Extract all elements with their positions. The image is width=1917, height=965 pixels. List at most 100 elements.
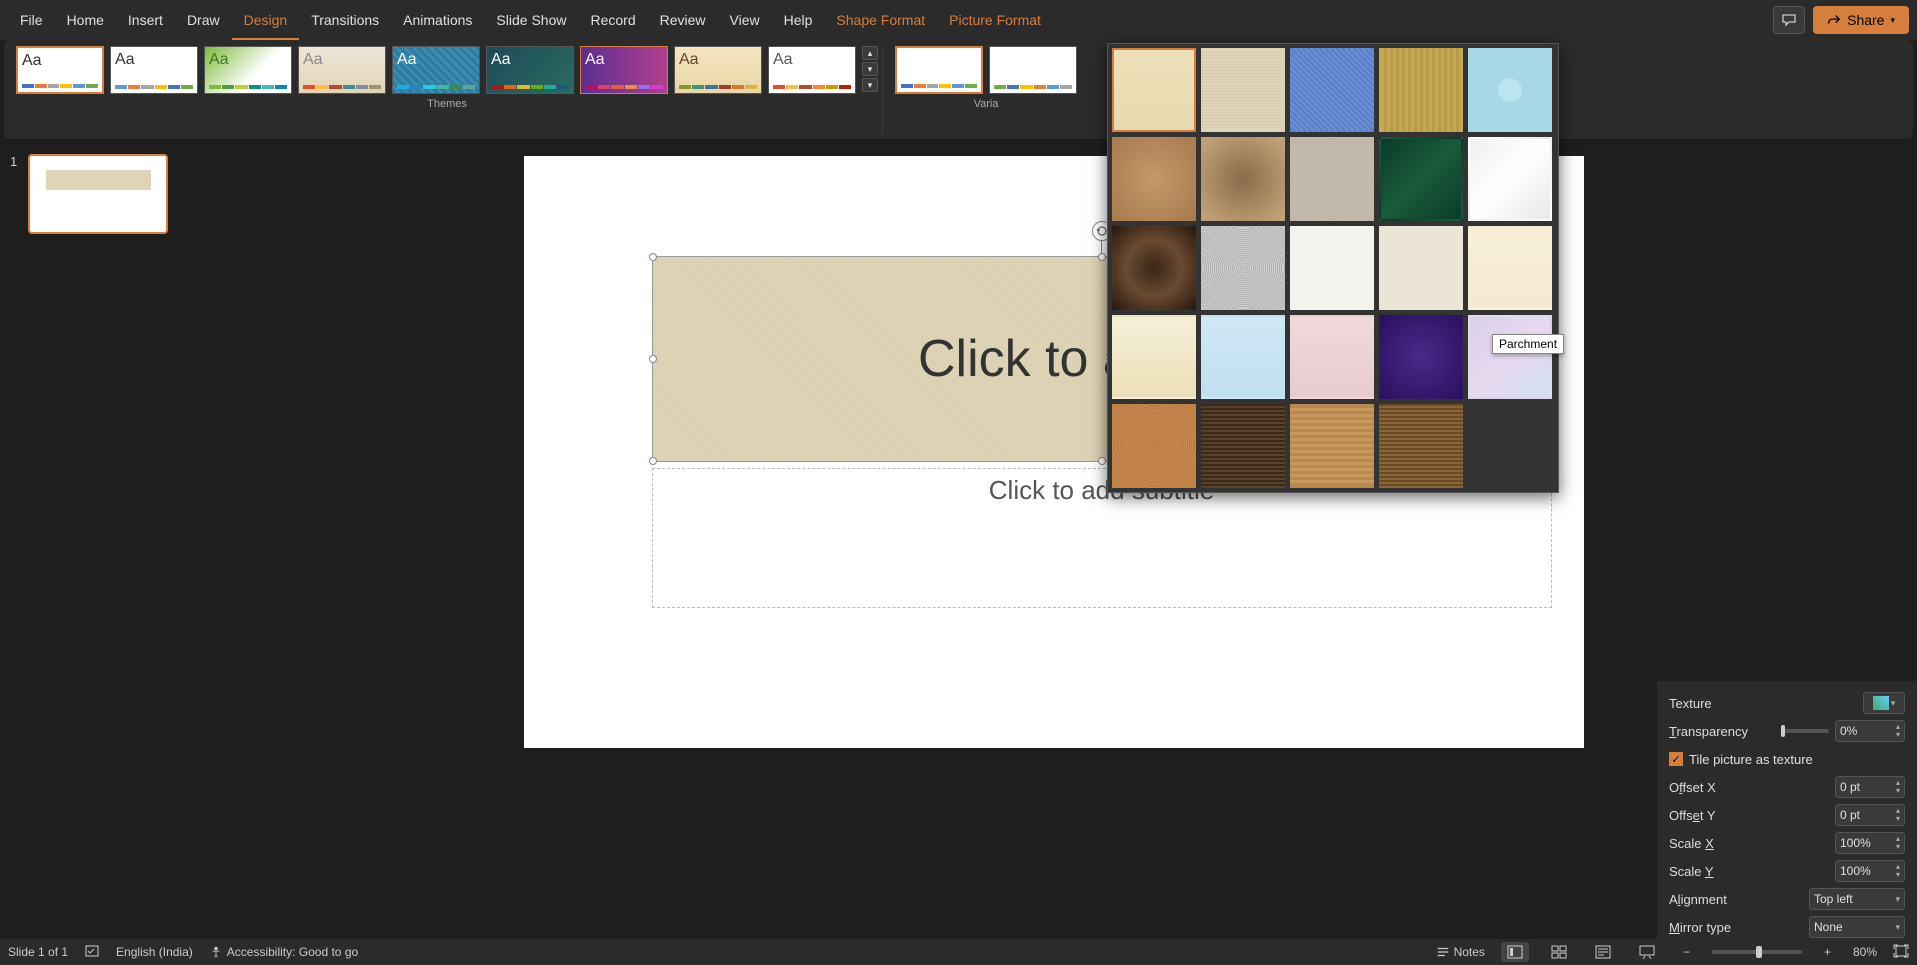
- tab-picture-format[interactable]: Picture Format: [937, 0, 1053, 40]
- slide-sorter-button[interactable]: [1545, 942, 1573, 962]
- texture-canvas[interactable]: [1201, 48, 1285, 132]
- tile-picture-checkbox[interactable]: ✓ Tile picture as texture: [1669, 745, 1905, 773]
- tab-draw[interactable]: Draw: [175, 0, 232, 40]
- tab-slide-show[interactable]: Slide Show: [484, 0, 578, 40]
- offset-x-label: Offset X: [1669, 780, 1716, 795]
- share-button[interactable]: Share ▾: [1813, 6, 1909, 34]
- scale-x-input[interactable]: 100%▴▾: [1835, 832, 1905, 854]
- zoom-slider[interactable]: [1712, 950, 1802, 954]
- texture-bluetissue[interactable]: [1201, 315, 1285, 399]
- transparency-slider[interactable]: [1781, 729, 1829, 733]
- themes-gallery[interactable]: AaAaAaAaAaAaAaAaAa ▴ ▾ ▾: [16, 46, 878, 94]
- zoom-out-button[interactable]: −: [1677, 945, 1696, 959]
- texture-granite[interactable]: [1201, 226, 1285, 310]
- theme-retro[interactable]: Aa: [768, 46, 856, 94]
- variant-0[interactable]: [895, 46, 983, 94]
- tab-animations[interactable]: Animations: [391, 0, 484, 40]
- variants-gallery[interactable]: [895, 46, 1077, 94]
- texture-waterdroplets[interactable]: [1468, 48, 1552, 132]
- notes-button[interactable]: Notes: [1436, 945, 1485, 959]
- chevron-down-icon: ▾: [1891, 698, 1896, 709]
- theme-organic[interactable]: Aa: [674, 46, 762, 94]
- menu-bar: FileHomeInsertDrawDesignTransitionsAnima…: [0, 0, 1917, 40]
- variant-1[interactable]: [989, 46, 1077, 94]
- scroll-down-icon[interactable]: ▾: [862, 62, 878, 76]
- texture-wovenmat[interactable]: [1379, 48, 1463, 132]
- texture-paperbag[interactable]: [1112, 137, 1196, 221]
- slideshow-button[interactable]: [1633, 942, 1661, 962]
- offset-y-input[interactable]: 0 pt▴▾: [1835, 804, 1905, 826]
- theme-ion[interactable]: Aa: [486, 46, 574, 94]
- texture-stationery[interactable]: [1112, 315, 1196, 399]
- zoom-level[interactable]: 80%: [1853, 945, 1877, 959]
- chevron-down-icon: ▾: [1890, 15, 1895, 26]
- mirror-type-select[interactable]: None▾: [1809, 916, 1905, 938]
- alignment-select[interactable]: Top left▾: [1809, 888, 1905, 910]
- texture-whitemarble[interactable]: [1468, 137, 1552, 221]
- texture-oak[interactable]: [1290, 404, 1374, 488]
- scale-x-label: Scale X: [1669, 836, 1714, 851]
- tab-review[interactable]: Review: [648, 0, 718, 40]
- scale-y-input[interactable]: 100%▴▾: [1835, 860, 1905, 882]
- texture-recycledpaper[interactable]: [1379, 226, 1463, 310]
- normal-view-button[interactable]: [1501, 942, 1529, 962]
- theme-facet[interactable]: Aa: [204, 46, 292, 94]
- texture-fishfossil[interactable]: [1201, 137, 1285, 221]
- tab-transitions[interactable]: Transitions: [299, 0, 391, 40]
- tab-file[interactable]: File: [8, 0, 55, 40]
- texture-label: Texture: [1669, 696, 1712, 711]
- theme-office[interactable]: Aa: [16, 46, 104, 94]
- spellcheck-icon[interactable]: [84, 943, 100, 962]
- rotate-icon: [1096, 225, 1108, 237]
- fit-to-window-button[interactable]: [1893, 944, 1909, 961]
- texture-newsprint[interactable]: [1290, 226, 1374, 310]
- theme-integral[interactable]: Aa: [392, 46, 480, 94]
- texture-picker-button[interactable]: ▾: [1863, 692, 1905, 714]
- texture-brownmarble[interactable]: [1112, 226, 1196, 310]
- tab-design[interactable]: Design: [232, 0, 300, 40]
- tab-insert[interactable]: Insert: [116, 0, 175, 40]
- theme-theme2[interactable]: Aa: [110, 46, 198, 94]
- texture-greenmarble[interactable]: [1379, 137, 1463, 221]
- slide-counter[interactable]: Slide 1 of 1: [8, 945, 68, 959]
- texture-pinktissue[interactable]: [1290, 315, 1374, 399]
- texture-gallery-popup: Parchment: [1107, 43, 1559, 493]
- texture-denim[interactable]: [1290, 48, 1374, 132]
- theme-ionboard[interactable]: Aa: [580, 46, 668, 94]
- texture-walnut[interactable]: [1201, 404, 1285, 488]
- format-shape-pane: Texture ▾ Transparency 0%▴▾ ✓ Tile pictu…: [1657, 681, 1917, 949]
- comment-icon: [1781, 12, 1797, 28]
- tab-view[interactable]: View: [718, 0, 772, 40]
- texture-sand[interactable]: [1290, 137, 1374, 221]
- sorter-icon: [1551, 945, 1567, 959]
- offset-x-input[interactable]: 0 pt▴▾: [1835, 776, 1905, 798]
- transparency-input[interactable]: 0%▴▾: [1835, 720, 1905, 742]
- texture-mediumwood[interactable]: [1379, 404, 1463, 488]
- expand-gallery-icon[interactable]: ▾: [862, 78, 878, 92]
- share-label: Share: [1847, 12, 1884, 28]
- themes-gallery-scroll[interactable]: ▴ ▾ ▾: [862, 46, 878, 92]
- texture-parchment[interactable]: [1468, 226, 1552, 310]
- slide-thumbnail-panel[interactable]: 1: [0, 144, 190, 949]
- comments-button[interactable]: [1773, 6, 1805, 34]
- scroll-up-icon[interactable]: ▴: [862, 46, 878, 60]
- texture-cork[interactable]: [1112, 404, 1196, 488]
- texture-bouquet[interactable]: [1468, 315, 1552, 399]
- reading-view-button[interactable]: [1589, 942, 1617, 962]
- tab-help[interactable]: Help: [772, 0, 825, 40]
- notes-icon: [1436, 945, 1450, 959]
- slide-editor[interactable]: Click to add title Click to add subtitle…: [190, 144, 1917, 949]
- zoom-in-button[interactable]: +: [1818, 945, 1837, 959]
- tile-picture-label: Tile picture as texture: [1689, 752, 1813, 767]
- scale-y-label: Scale Y: [1669, 864, 1714, 879]
- tab-home[interactable]: Home: [55, 0, 116, 40]
- theme-gallery[interactable]: Aa: [298, 46, 386, 94]
- accessibility-status[interactable]: Accessibility: Good to go: [209, 945, 358, 959]
- slide-thumbnail-1[interactable]: [28, 154, 168, 234]
- tab-record[interactable]: Record: [578, 0, 647, 40]
- texture-purple[interactable]: [1379, 315, 1463, 399]
- tab-shape-format[interactable]: Shape Format: [824, 0, 937, 40]
- language-status[interactable]: English (India): [116, 945, 193, 959]
- themes-group-label: Themes: [427, 98, 467, 110]
- texture-papyrus[interactable]: [1112, 48, 1196, 132]
